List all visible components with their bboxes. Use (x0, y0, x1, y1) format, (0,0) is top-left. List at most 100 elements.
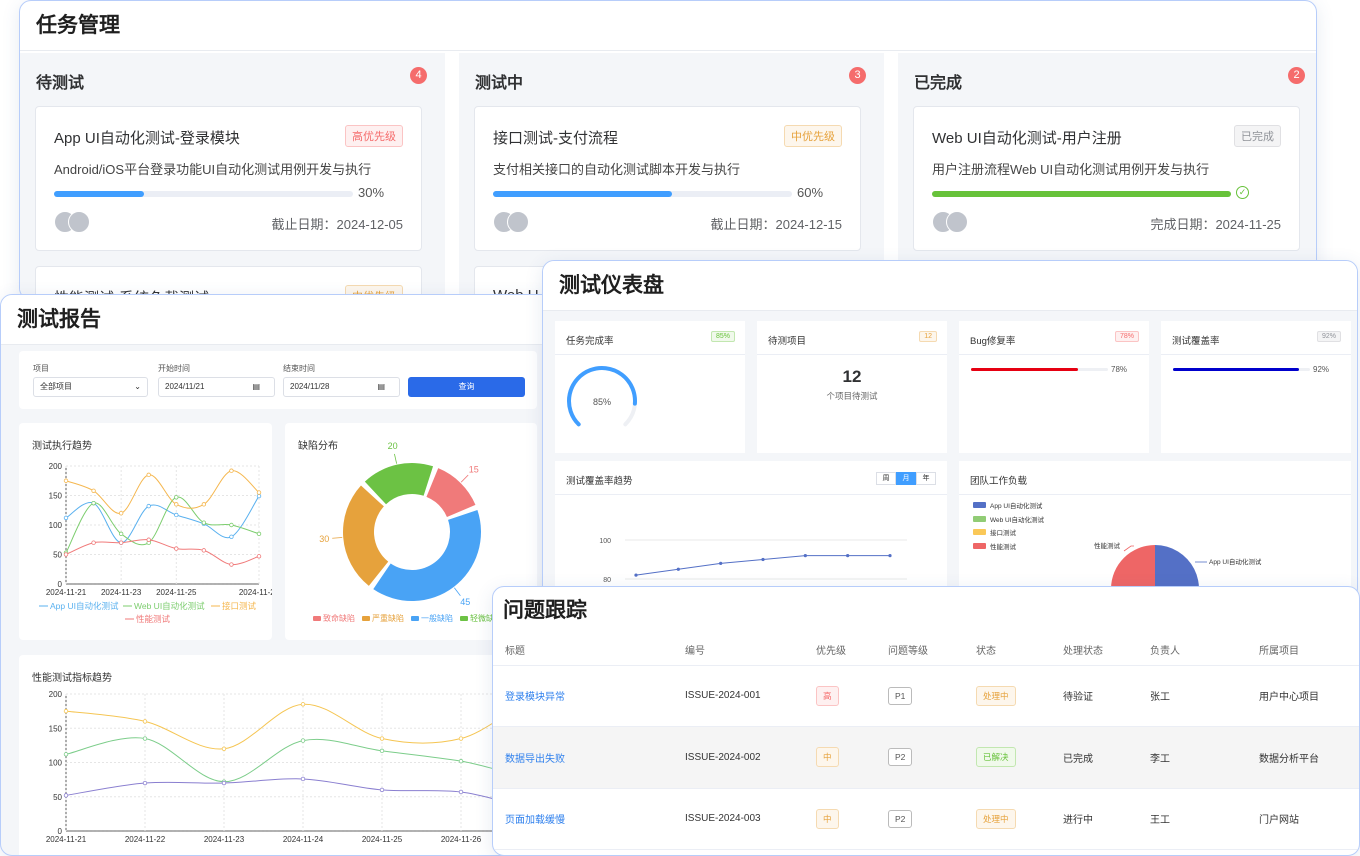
issue-title-link[interactable]: 登录模块异常 (505, 692, 565, 703)
progress-fill (932, 191, 1231, 197)
data-point (221, 780, 227, 786)
task-card[interactable]: App UI自动化测试-登录模块 高优先级 Android/iOS平台登录功能U… (35, 106, 422, 251)
issue-title-link[interactable]: 页面加载缓慢 (505, 815, 565, 826)
y-tick-label: 100 (49, 521, 63, 530)
task-card[interactable]: 接口测试-支付流程 中优先级 支付相关接口的自动化测试脚本开发与执行 60% 截… (474, 106, 861, 251)
kpi-badge: 92% (1316, 331, 1341, 342)
y-tick-label: 50 (53, 551, 62, 560)
column-title: 测试中 (475, 75, 524, 92)
coverage-trend-card: 测试覆盖率趋势 周 月 年 6080100 (555, 461, 947, 599)
progress-label: 60% (797, 185, 824, 200)
series-line (65, 698, 552, 750)
data-point (146, 472, 151, 478)
project-label: 项目 (33, 364, 49, 373)
project-select[interactable]: 全部项目 ⌄ (33, 377, 148, 397)
legend-label: 一般缺陷 (421, 613, 453, 623)
column-title: 待测试 (36, 75, 85, 92)
legend-marker (973, 543, 986, 549)
table-row[interactable]: 登录模块异常 ISSUE-2024-001 高 P1 处理中 待验证 张工 用户中心项目 (493, 665, 1359, 727)
data-point (229, 562, 234, 567)
legend-label: 性能测试 (990, 542, 1017, 551)
x-tick-label: 2024-11-21 (46, 588, 87, 597)
bug-fix-bar (971, 368, 1108, 371)
project-select-value: 全部项目 (40, 382, 72, 391)
check-circle-icon: ✓ (1236, 186, 1249, 199)
priority-tag: 中 (816, 747, 839, 768)
project: 数据分析平台 (1247, 726, 1359, 789)
start-date-label: 开始时间 (158, 364, 190, 373)
data-point (229, 468, 234, 473)
test-report-panel: 测试报告 项目 全部项目 ⌄ 开始时间 2024/11/21 ▤ 结束时间 20… (0, 294, 553, 856)
panel-title: 测试报告 (1, 295, 552, 345)
label-line (460, 474, 469, 483)
start-date-input[interactable]: 2024/11/21 ▤ (158, 377, 275, 397)
donut-slice (373, 510, 481, 601)
issue-title-link[interactable]: 数据导出失败 (505, 754, 565, 765)
legend-marker (411, 616, 419, 621)
end-date-label: 结束时间 (283, 364, 315, 373)
data-point (63, 552, 69, 557)
handle-status: 进行中 (1051, 788, 1138, 850)
legend-label: 轻微缺 (470, 613, 494, 623)
label-line (332, 537, 343, 539)
data-point (458, 736, 464, 741)
data-point (458, 758, 464, 764)
slice-label: 20 (388, 441, 398, 451)
legend-marker (313, 616, 321, 621)
level-tag: P2 (888, 748, 913, 767)
owner: 王工 (1138, 788, 1247, 850)
bar-fill (1173, 368, 1300, 371)
legend-marker (973, 529, 986, 535)
legend-marker (362, 616, 370, 621)
task-title: 接口测试-支付流程 (493, 130, 618, 147)
data-point (142, 780, 148, 786)
bar-fill (971, 368, 1078, 371)
table-row[interactable]: 数据导出失败 ISSUE-2024-002 中 P2 已解决 已完成 李工 数据分析平台 (493, 726, 1359, 789)
priority-tag: 中 (816, 808, 839, 829)
legend-label: App UI自动化测试 (990, 501, 1043, 510)
label-line (394, 453, 398, 464)
task-title: App UI自动化测试-登录模块 (54, 130, 240, 147)
legend-label: Web UI自动化测试 (990, 515, 1045, 524)
project: 门户网站 (1247, 788, 1359, 850)
panel-title: 测试仪表盘 (543, 261, 1357, 311)
table-row[interactable]: 页面加载缓慢 ISSUE-2024-003 中 P2 处理中 进行中 王工 门户网站 (493, 788, 1359, 850)
level-tag: P2 (888, 809, 913, 828)
col-priority: 优先级 (804, 635, 876, 666)
data-point (118, 531, 124, 537)
owner: 张工 (1138, 665, 1247, 727)
progress-fill (54, 191, 144, 197)
data-point (146, 537, 151, 542)
kpi-pending-projects: 待测项目 12 12 个项目待测试 (757, 321, 947, 453)
data-point (256, 493, 262, 499)
divider (757, 354, 947, 355)
slice-label: 性能测试 (1094, 541, 1121, 550)
data-point (201, 548, 207, 553)
data-point (91, 540, 96, 545)
priority-tag: 高 (816, 685, 839, 706)
task-description: 支付相关接口的自动化测试脚本开发与执行 (493, 162, 741, 177)
legend-label: 严重缺陷 (372, 613, 404, 623)
end-date-input[interactable]: 2024/11/28 ▤ (283, 377, 400, 397)
handle-status: 已完成 (1051, 726, 1138, 789)
team-workload-card: 团队工作负载 App UI自动化测试 Web UI自动化测试 接口测试 性能测试 App… (959, 461, 1351, 599)
y-tick-label: 100 (599, 538, 611, 545)
status-tag: 已解决 (976, 747, 1016, 768)
execution-trend-card: 测试执行趋势 0 50 100 150 200 2024-11-21 2024-11-23 2… (19, 423, 272, 640)
y-tick-label: 200 (49, 690, 63, 699)
kpi-task-completion: 任务完成率 85% 85% (555, 321, 745, 453)
col-title: 标题 (493, 635, 673, 666)
table-header-row: 标题 编号 优先级 问题等级 状态 处理状态 负责人 所属项目 (493, 635, 1359, 666)
status-tag: 处理中 (976, 685, 1016, 706)
data-point (221, 746, 227, 751)
data-point (719, 561, 723, 565)
priority-badge: 中优先级 (784, 125, 842, 147)
coverage-trend-chart: 6080100 (599, 538, 907, 584)
data-point (634, 573, 638, 577)
assignee-avatars (932, 211, 972, 233)
task-card[interactable]: Web UI自动化测试-用户注册 已完成 用户注册流程Web UI自动化测试用例… (913, 106, 1300, 251)
kpi-subtitle: 个项目待测试 (826, 391, 878, 401)
query-button[interactable]: 查询 (408, 377, 525, 397)
data-point (118, 540, 124, 545)
data-point (458, 789, 464, 795)
